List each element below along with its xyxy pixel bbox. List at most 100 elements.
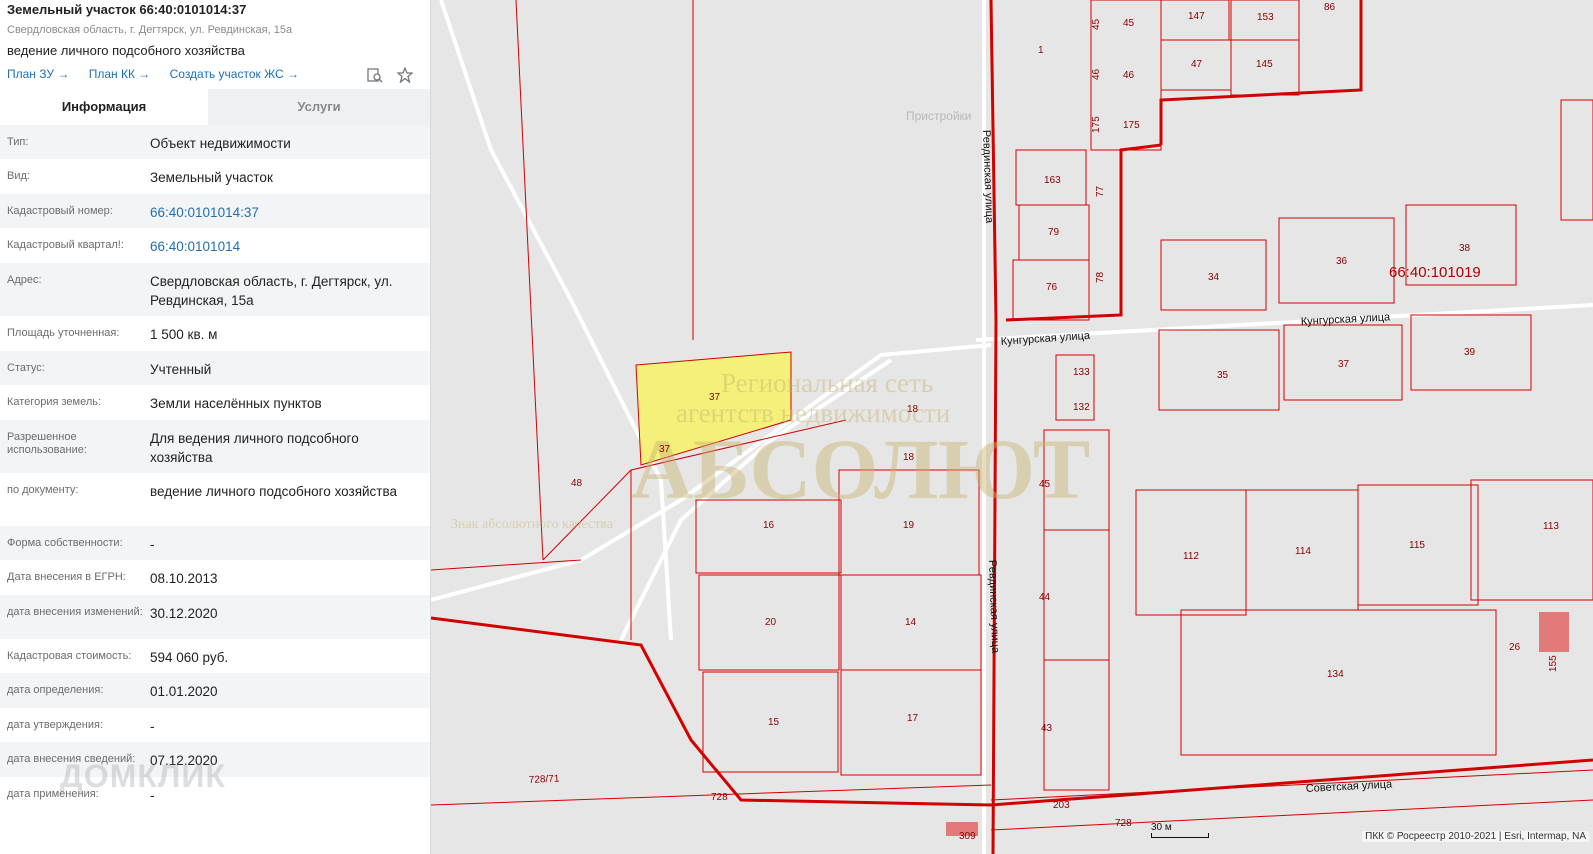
row-value: - (150, 537, 155, 552)
svg-text:145: 145 (1256, 59, 1273, 70)
svg-text:45: 45 (1091, 18, 1102, 30)
row-label: Площадь уточненная: (7, 327, 120, 339)
cadastral-number-link[interactable]: 66:40:0101014:37 (143, 194, 430, 222)
row-value: 08.10.2013 (150, 571, 218, 586)
star-icon[interactable] (396, 66, 415, 84)
row-status: Статус: Учтенный (0, 351, 430, 385)
svg-text:78: 78 (1095, 271, 1106, 283)
row-label: по документу: (7, 484, 79, 496)
row-label: дата определения: (7, 684, 104, 696)
svg-text:163: 163 (1044, 175, 1061, 186)
svg-text:44: 44 (1039, 592, 1051, 603)
svg-text:35: 35 (1217, 370, 1229, 381)
row-value: 1 500 кв. м (150, 327, 218, 342)
svg-text:133: 133 (1073, 367, 1090, 378)
map-canvas[interactable]: Региональная сеть агентств недвижимости … (431, 0, 1593, 854)
row-value: Учтенный (150, 362, 212, 377)
row-label: Адрес: (7, 274, 42, 286)
svg-text:175: 175 (1091, 116, 1102, 133)
svg-text:45: 45 (1039, 479, 1051, 490)
tab-services[interactable]: Услуги (208, 89, 430, 125)
row-value: 30.12.2020 (150, 606, 218, 621)
row-cadastral-value: Кадастровая стоимость: 594 060 руб. (0, 639, 430, 673)
action-links: План ЗУ → План КК → Создать участок ЖС → (7, 67, 315, 81)
row-land-category: Категория земель: Земли населённых пункто… (0, 385, 430, 420)
svg-text:16: 16 (763, 520, 775, 531)
row-value: Для ведения личного подсобного хозяйства (150, 431, 359, 465)
row-by-document: по документу: ведение личного подсобного … (0, 473, 430, 526)
svg-text:48: 48 (571, 478, 583, 489)
plan-zu-link[interactable]: План ЗУ → (7, 67, 69, 81)
svg-text:112: 112 (1183, 551, 1199, 562)
svg-text:18: 18 (907, 404, 919, 415)
row-permitted-use: Разрешенное использование: Для ведения ли… (0, 420, 430, 473)
svg-text:Знак абсолютного качества: Знак абсолютного качества (451, 517, 614, 532)
create-plot-link[interactable]: Создать участок ЖС → (170, 67, 299, 81)
cadastral-map[interactable]: Региональная сеть агентств недвижимости … (431, 0, 1593, 854)
svg-text:37: 37 (659, 444, 671, 455)
faded-map-label: Пристройки (906, 109, 972, 123)
row-approval-date: дата утверждения: - (0, 708, 430, 742)
svg-text:203: 203 (1053, 800, 1070, 811)
cadastral-quarter-link[interactable]: 66:40:0101014 (143, 228, 430, 256)
svg-text:37: 37 (709, 392, 721, 403)
svg-text:47: 47 (1191, 59, 1203, 70)
row-value: - (150, 719, 155, 734)
row-label: Тип: (7, 136, 29, 148)
svg-text:86: 86 (1324, 2, 1336, 13)
tool-icons (367, 66, 423, 84)
svg-text:34: 34 (1208, 272, 1220, 283)
svg-text:15: 15 (768, 717, 780, 728)
svg-text:36: 36 (1336, 256, 1348, 267)
svg-text:134: 134 (1327, 669, 1344, 680)
svg-text:39: 39 (1464, 347, 1476, 358)
object-title: Земельный участок 66:40:0101014:37 (7, 2, 247, 17)
row-label: Вид: (7, 170, 30, 182)
svg-text:14: 14 (905, 617, 917, 628)
row-label: Дата внесения в ЕГРН: (7, 571, 126, 583)
row-label: Кадастровая стоимость: (7, 650, 132, 662)
row-label: Кадастровый квартал!: (7, 239, 124, 251)
row-ownership: Форма собственности: - (0, 526, 430, 560)
plan-kk-link[interactable]: План КК → (89, 67, 151, 81)
row-cadastral-quarter: Кадастровый квартал!: 66:40:0101014 (0, 228, 430, 263)
row-determination-date: дата определения: 01.01.2020 (0, 673, 430, 708)
object-address: Свердловская область, г. Дегтярск, ул. Р… (7, 24, 293, 36)
row-kind: Вид: Земельный участок (0, 159, 430, 194)
svg-text:Региональная сеть: Региональная сеть (721, 368, 933, 398)
row-type: Тип: Объект недвижимости (0, 125, 430, 159)
scale-bar (1151, 833, 1209, 838)
svg-text:114: 114 (1295, 546, 1311, 557)
svg-text:113: 113 (1543, 521, 1559, 532)
svg-text:АБСОЛЮТ: АБСОЛЮТ (631, 421, 1090, 517)
svg-text:175: 175 (1123, 120, 1140, 131)
svg-text:26: 26 (1509, 642, 1521, 653)
svg-text:46: 46 (1123, 70, 1135, 81)
search-document-icon[interactable] (367, 67, 383, 83)
row-label: Форма собственности: (7, 537, 123, 549)
svg-text:19: 19 (903, 520, 915, 531)
row-label: Кадастровый номер: (7, 205, 113, 217)
row-value: Земельный участок (150, 170, 273, 185)
svg-text:1: 1 (1038, 45, 1044, 56)
svg-text:132: 132 (1073, 402, 1090, 413)
scale-label: 30 м (1151, 822, 1172, 833)
svg-text:728: 728 (1115, 818, 1132, 829)
tab-info[interactable]: Информация (0, 89, 208, 125)
svg-text:153: 153 (1257, 12, 1274, 23)
svg-text:728: 728 (711, 792, 728, 803)
row-label: дата внесения изменений: (7, 606, 143, 618)
svg-text:46: 46 (1091, 68, 1102, 80)
info-panel: Земельный участок 66:40:0101014:37 Сверд… (0, 0, 431, 854)
row-value: 01.01.2020 (150, 684, 218, 699)
row-value: Объект недвижимости (150, 136, 291, 151)
object-purpose: ведение личного подсобного хозяйства (7, 43, 245, 58)
quarter-label: 66:40:101019 (1389, 264, 1481, 281)
tabs: Информация Услуги (0, 89, 430, 125)
svg-text:37: 37 (1338, 359, 1350, 370)
svg-text:18: 18 (903, 452, 915, 463)
row-value: ведение личного подсобного хозяйства (150, 484, 398, 499)
svg-text:45: 45 (1123, 18, 1135, 29)
svg-text:728/71: 728/71 (529, 773, 561, 786)
row-value: Земли населённых пунктов (150, 396, 322, 411)
